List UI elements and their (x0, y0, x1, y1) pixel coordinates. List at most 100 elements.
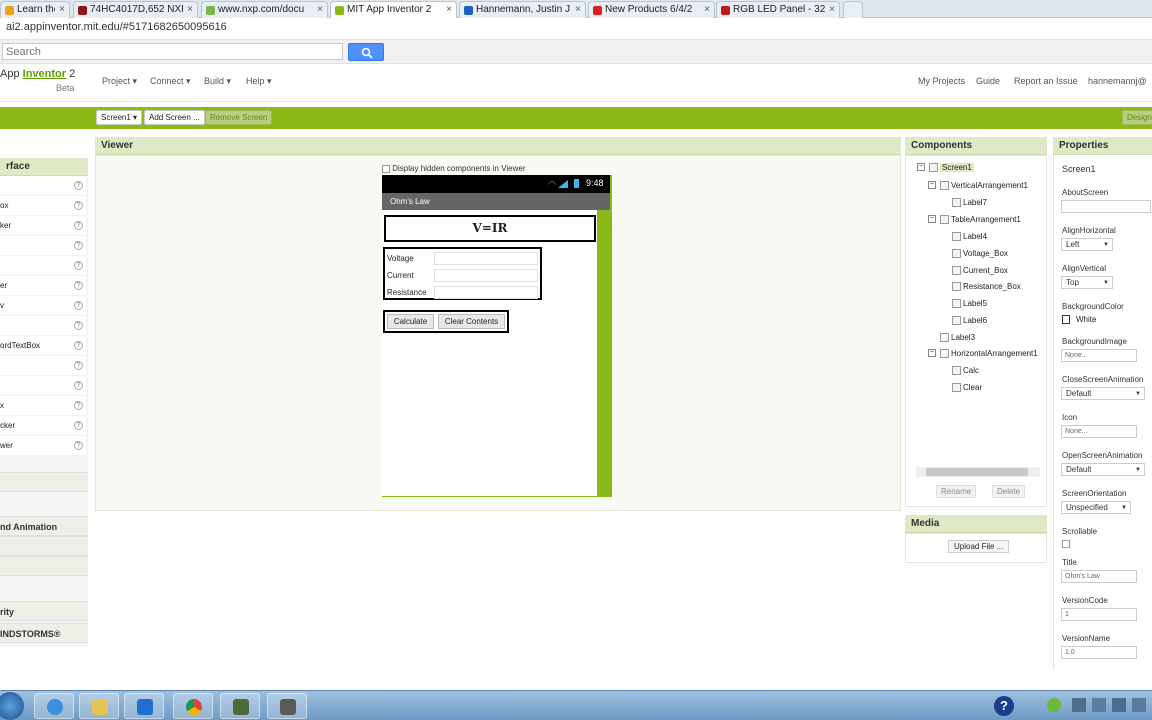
tree-node[interactable]: − HorizontalArrangement1 (928, 349, 1038, 359)
collapse-icon[interactable]: − (917, 163, 925, 171)
palette-item[interactable]: v? (0, 296, 86, 316)
close-icon[interactable]: × (317, 2, 323, 18)
app2-icon[interactable] (267, 693, 307, 719)
add-screen-button[interactable]: Add Screen ... (144, 110, 205, 125)
browser-tab[interactable]: Hannemann, Justin J. × (459, 1, 586, 18)
menu-connect[interactable]: Connect ▾ (150, 76, 191, 87)
palette-section[interactable]: INDSTORMS® (0, 623, 88, 643)
palette-item[interactable]: er? (0, 276, 86, 296)
report-issue-link[interactable]: Report an Issue (1014, 76, 1078, 86)
palette-item[interactable]: wer? (0, 436, 86, 456)
palette-section[interactable] (0, 472, 88, 492)
tray-printer-icon[interactable] (1092, 698, 1106, 712)
checkbox-icon[interactable] (382, 164, 390, 173)
palette-item[interactable]: ? (0, 236, 86, 256)
internet-explorer-icon[interactable] (34, 693, 74, 719)
tree-node[interactable]: Label6 (952, 316, 987, 326)
help-icon[interactable]: ? (74, 321, 83, 330)
about-screen-field[interactable] (1061, 200, 1151, 213)
search-input[interactable] (2, 43, 343, 60)
hidden-components-checkbox[interactable]: Display hidden components in Viewer (382, 164, 526, 173)
close-icon[interactable]: × (704, 2, 710, 18)
help-icon[interactable]: ? (74, 301, 83, 310)
scrollable-checkbox[interactable] (1062, 540, 1070, 548)
close-icon[interactable]: × (446, 2, 452, 18)
calculate-button[interactable]: Calculate (387, 314, 434, 329)
palette-item[interactable]: cker? (0, 416, 86, 436)
app-logo[interactable]: App Inventor 2 (0, 68, 75, 80)
table-arrangement[interactable]: Voltage Current Resistance (383, 247, 542, 300)
my-projects-link[interactable]: My Projects (918, 76, 965, 86)
palette-section[interactable]: nd Animation (0, 516, 88, 536)
help-icon[interactable]: ? (74, 221, 83, 230)
title-field[interactable]: Ohm's Law (1061, 570, 1137, 583)
palette-item[interactable]: ker? (0, 216, 86, 236)
help-icon[interactable]: ? (74, 421, 83, 430)
horizontal-scrollbar[interactable] (916, 467, 1040, 477)
menu-project[interactable]: Project ▾ (102, 76, 137, 87)
scrollbar-thumb[interactable] (926, 468, 1028, 476)
resistance-box[interactable] (434, 286, 538, 299)
collapse-icon[interactable]: − (928, 349, 936, 357)
palette-item[interactable]: ? (0, 376, 86, 396)
formula-label[interactable]: V=IR (384, 215, 596, 242)
clear-contents-button[interactable]: Clear Contents (438, 314, 505, 329)
browser-tab[interactable]: 74HC4017D,652 NXP × (73, 1, 198, 18)
palette-item[interactable]: ? (0, 356, 86, 376)
collapse-icon[interactable]: − (928, 215, 936, 223)
close-animation-select[interactable]: Default ▼ (1061, 387, 1145, 400)
browser-tab[interactable]: New Products 6/4/2 × (588, 1, 715, 18)
tree-node-screen1[interactable]: − Screen1 (917, 163, 974, 173)
tray-signal-icon[interactable] (1112, 698, 1126, 712)
rename-button[interactable]: Rename (936, 485, 977, 498)
close-icon[interactable]: × (187, 2, 193, 18)
help-icon[interactable]: ? (74, 181, 83, 190)
palette-item[interactable]: ? (0, 256, 86, 276)
help-icon[interactable]: ? (74, 381, 83, 390)
background-image-field[interactable]: None... (1061, 349, 1137, 362)
app-icon[interactable] (220, 693, 260, 719)
upload-file-button[interactable]: Upload File ... (948, 540, 1010, 553)
guide-link[interactable]: Guide (976, 76, 1000, 86)
open-animation-select[interactable]: Default ▼ (1061, 463, 1145, 476)
help-icon[interactable]: ? (74, 401, 83, 410)
help-icon[interactable]: ? (74, 241, 83, 250)
address-bar[interactable]: ai2.appinventor.mit.edu/#517168265009561… (0, 18, 1152, 40)
delete-button[interactable]: Delete (992, 485, 1026, 498)
tree-node[interactable]: Current_Box (952, 266, 1008, 276)
tree-node[interactable]: Resistance_Box (952, 282, 1021, 292)
browser-tab[interactable]: www.nxp.com/docu × (201, 1, 328, 18)
palette-section[interactable]: rity (0, 601, 88, 621)
menu-build[interactable]: Build ▾ (204, 76, 231, 87)
url-text[interactable]: ai2.appinventor.mit.edu/#517168265009561… (6, 21, 227, 33)
palette-item[interactable]: ordTextBox? (0, 336, 86, 356)
screen-orientation-select[interactable]: Unspecified ▼ (1061, 501, 1131, 514)
help-icon[interactable]: ? (74, 281, 83, 290)
help-icon[interactable]: ? (74, 361, 83, 370)
tree-node[interactable]: Label4 (952, 232, 987, 242)
background-color-picker[interactable]: White (1062, 315, 1096, 325)
menu-help[interactable]: Help ▾ (246, 76, 272, 87)
tree-node[interactable]: Voltage_Box (952, 249, 1008, 259)
tray-volume-icon[interactable] (1132, 698, 1146, 712)
tree-node[interactable]: − TableArrangement1 (928, 215, 1021, 225)
tree-node[interactable]: − VerticalArrangement1 (928, 181, 1028, 191)
account-link[interactable]: hannemannj@ (1088, 76, 1147, 86)
tree-node[interactable]: Calc (952, 366, 979, 376)
close-icon[interactable]: × (575, 2, 581, 18)
tray-network-icon[interactable] (1072, 698, 1086, 712)
tree-node[interactable]: Label3 (940, 333, 975, 343)
file-explorer-icon[interactable] (79, 693, 119, 719)
tree-node[interactable]: Label5 (952, 299, 987, 309)
browser-tab[interactable]: RGB LED Panel - 32x × (716, 1, 840, 18)
current-box[interactable] (434, 269, 538, 282)
designer-button[interactable]: Designer (1122, 110, 1152, 125)
palette-item[interactable]: x? (0, 396, 86, 416)
palette-section[interactable] (0, 556, 88, 576)
start-orb-icon[interactable] (0, 692, 24, 720)
close-icon[interactable]: × (59, 2, 65, 18)
help-icon[interactable]: ? (74, 261, 83, 270)
close-icon[interactable]: × (829, 2, 835, 18)
tree-node[interactable]: Clear (952, 383, 982, 393)
palette-item[interactable]: ox? (0, 196, 86, 216)
